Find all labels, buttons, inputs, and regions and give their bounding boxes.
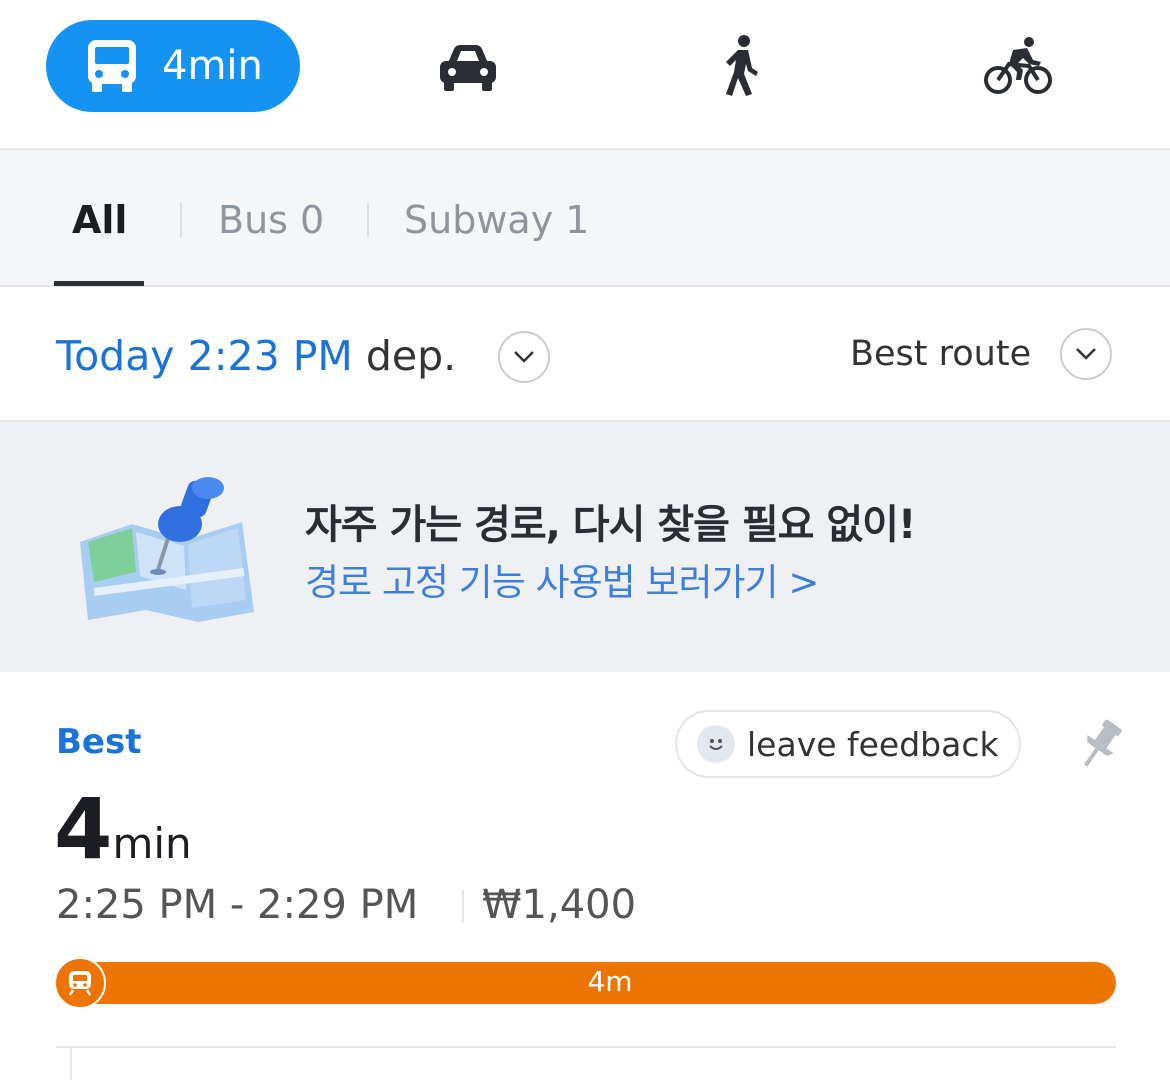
mode-walk-button[interactable]	[702, 28, 782, 104]
subway-icon	[54, 957, 106, 1009]
departure-dropdown-button[interactable]	[498, 331, 550, 383]
tab-all[interactable]: All	[72, 198, 127, 242]
route-detail-line	[70, 1048, 72, 1080]
map-pin-illustration	[80, 477, 254, 622]
tab-subway[interactable]: Subway 1	[404, 198, 589, 242]
active-tab-indicator	[54, 281, 144, 286]
mode-transit-button[interactable]: 4min	[46, 20, 300, 112]
chevron-down-icon	[1076, 348, 1096, 360]
duration-unit: min	[112, 819, 192, 868]
walking-icon	[726, 35, 758, 96]
transit-duration-label: 4min	[162, 43, 263, 89]
bicycle-icon	[984, 37, 1052, 94]
departure-suffix: dep.	[365, 332, 457, 380]
banner-link[interactable]: 경로 고정 기능 사용법 보러가기 >	[305, 552, 819, 606]
tab-bus[interactable]: Bus 0	[218, 198, 324, 242]
route-fare: ₩1,400	[482, 882, 637, 928]
timespan-divider	[462, 890, 464, 922]
feedback-label: leave feedback	[747, 724, 999, 764]
leave-feedback-button[interactable]: leave feedback	[675, 710, 1021, 778]
tab-divider	[180, 203, 182, 237]
pushpin-icon[interactable]	[1074, 716, 1126, 774]
sort-option-label[interactable]: Best route	[850, 334, 1031, 374]
banner-title: 자주 가는 경로, 다시 찾을 필요 없이!	[305, 502, 916, 548]
tab-divider	[367, 203, 369, 237]
mode-car-button[interactable]	[428, 30, 508, 106]
route-timespan: 2:25 PM - 2:29 PM	[56, 882, 419, 928]
car-icon	[440, 45, 496, 91]
segment-duration-label: 4m	[587, 965, 633, 998]
smiley-icon	[697, 725, 735, 763]
sort-dropdown-button[interactable]	[1060, 328, 1112, 380]
chevron-down-icon	[514, 351, 534, 363]
duration-value: 4	[54, 780, 113, 878]
best-route-badge: Best	[56, 722, 142, 762]
departure-time: Today 2:23 PM	[56, 332, 353, 380]
route-duration: 4min	[54, 780, 192, 878]
mode-bike-button[interactable]	[976, 28, 1060, 104]
bus-icon	[88, 40, 136, 92]
departure-time-selector[interactable]: Today 2:23 PM dep.	[56, 332, 456, 380]
card-divider	[56, 1046, 1116, 1048]
